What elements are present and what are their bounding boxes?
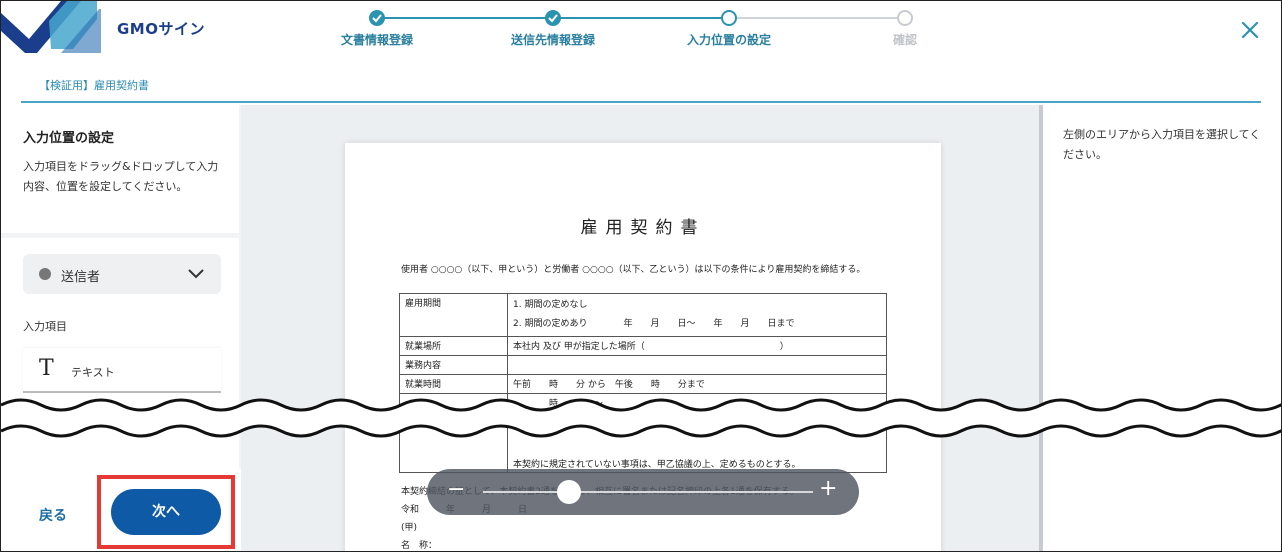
next-button[interactable]: 次へ xyxy=(111,489,221,535)
app-window: GMOサイン 文書情報登録 送信先情報登録 入力位置の設定 確認 【検証用】雇用… xyxy=(0,0,1282,552)
step-label-4: 確認 xyxy=(892,33,917,47)
input-item-text[interactable]: T テキスト xyxy=(23,348,221,393)
chevron-down-icon xyxy=(188,269,204,279)
step-label-1: 文書情報登録 xyxy=(340,33,413,47)
step-dot-4 xyxy=(897,10,913,26)
zoom-out-button[interactable]: − xyxy=(447,477,465,502)
right-panel-hint: 左側のエリアから入力項目を選択してください。 xyxy=(1063,128,1261,161)
zoom-slider-track[interactable] xyxy=(483,480,813,504)
stepper: 文書情報登録 送信先情報登録 入力位置の設定 確認 xyxy=(341,9,917,53)
document-title: 雇用契約書 xyxy=(580,218,706,238)
wave-cut-decoration xyxy=(1,398,1281,438)
input-items-label: 入力項目 xyxy=(23,320,67,333)
table-cell-key: 雇用期間 xyxy=(399,293,508,337)
table-cell-value: 本社内 及び 甲が指定した場所（ ） xyxy=(507,336,887,356)
table-row: 業務内容 xyxy=(399,355,887,375)
input-item-text-label: テキスト xyxy=(71,366,115,379)
table-cell-key: 就業時間 xyxy=(399,374,508,394)
table-row: 就業場所 本社内 及び 甲が指定した場所（ ） xyxy=(399,336,887,356)
step-label-3: 入力位置の設定 xyxy=(686,33,771,47)
left-panel-title: 入力位置の設定 xyxy=(23,131,115,146)
step-dot-1-check-icon xyxy=(369,10,385,26)
step-dot-2-check-icon xyxy=(545,10,561,26)
step-dot-3 xyxy=(721,10,737,26)
step-line-3 xyxy=(729,17,905,19)
header: GMOサイン 文書情報登録 送信先情報登録 入力位置の設定 確認 xyxy=(1,1,1281,61)
text-icon: T xyxy=(39,356,54,381)
table-row: 就業時間 午前 時 分 から 午後 時 分まで xyxy=(399,374,887,394)
close-icon[interactable] xyxy=(1237,17,1263,43)
table-cell-value: 1. 期間の定めなし 2. 期間の定めあり 年 月 日～ 年 月 日まで xyxy=(507,293,887,337)
sender-select[interactable]: 送信者 xyxy=(23,254,221,294)
logo-text: GMOサイン xyxy=(117,20,205,38)
table-cell-value: 午前 時 分 から 午後 時 分まで xyxy=(507,374,887,394)
table-cell-key: 業務内容 xyxy=(399,355,508,375)
table-cell-value xyxy=(507,355,887,375)
table-cell-key: 就業場所 xyxy=(399,336,508,356)
document-tab-bar: 【検証用】雇用契約書 xyxy=(21,61,1261,103)
right-panel: 左側のエリアから入力項目を選択してください。 xyxy=(1043,105,1281,551)
bottom-action-bar: 戻る 次へ xyxy=(1,469,241,551)
document-intro: 使用者 ○○○○（以下、甲という）と労働者 ○○○○（以下、乙という）は以下の条… xyxy=(401,265,866,275)
step-line-2 xyxy=(553,17,729,19)
logo-mark-icon xyxy=(1,1,101,53)
left-panel-header: 入力位置の設定 入力項目をドラッグ&ドロップして入力内容、位置を設定してください… xyxy=(1,105,239,233)
table-row: 雇用期間 1. 期間の定めなし 2. 期間の定めあり 年 月 日～ 年 月 日ま… xyxy=(399,293,887,337)
left-panel-description: 入力項目をドラッグ&ドロップして入力内容、位置を設定してください。 xyxy=(23,160,219,193)
sender-color-dot xyxy=(39,268,51,280)
zoom-slider-thumb[interactable] xyxy=(556,480,581,504)
step-label-2: 送信先情報登録 xyxy=(510,33,595,47)
step-line-1 xyxy=(377,17,553,19)
zoom-in-button[interactable]: + xyxy=(819,476,837,501)
zoom-control: − + xyxy=(427,469,859,515)
document-tab[interactable]: 【検証用】雇用契約書 xyxy=(39,77,149,93)
sender-label: 送信者 xyxy=(61,270,101,285)
back-button[interactable]: 戻る xyxy=(39,505,67,525)
